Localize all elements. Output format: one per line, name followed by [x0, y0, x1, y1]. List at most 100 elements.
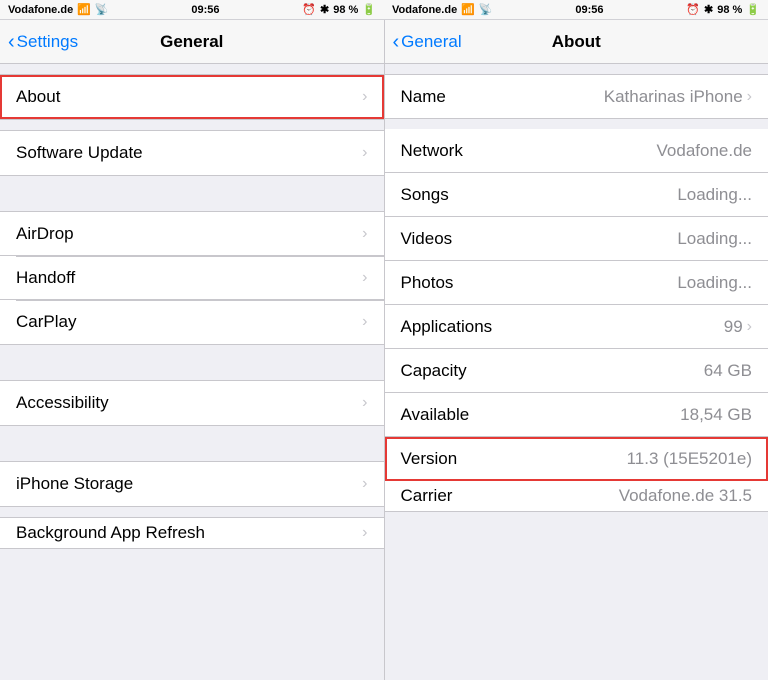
group-accessibility: Accessibility › — [0, 380, 384, 426]
chevron-icon-accessibility: › — [362, 394, 367, 412]
background-app-refresh-row[interactable]: Background App Refresh › — [0, 518, 384, 548]
applications-value: 99 › — [724, 317, 752, 337]
software-update-row[interactable]: Software Update › — [0, 131, 384, 175]
background-app-refresh-label: Background App Refresh — [16, 523, 205, 543]
airdrop-row[interactable]: AirDrop › — [0, 212, 384, 256]
wifi-icon-right: 📡 — [479, 3, 493, 16]
about-rows-group: Name Katharinas iPhone › Network Vodafon… — [385, 74, 768, 512]
battery-icon-left: 🔋 — [362, 3, 376, 16]
general-back-button[interactable]: ‹ General — [393, 32, 462, 52]
chevron-icon-background: › — [362, 524, 367, 542]
group-iphone-storage: iPhone Storage › — [0, 461, 384, 507]
accessibility-label: Accessibility — [16, 393, 109, 413]
accessibility-row[interactable]: Accessibility › — [0, 381, 384, 425]
about-gap-top — [385, 64, 768, 74]
carplay-chevron: › — [362, 313, 367, 331]
alarm-icon-right: ⏰ — [686, 3, 700, 16]
chevron-icon-carplay: › — [362, 313, 367, 331]
wifi-icon-left: 📡 — [95, 3, 109, 16]
status-bar: Vodafone.de 📶 📡 09:56 ⏰ ✱ 98 % 🔋 Vodafon… — [0, 0, 768, 20]
applications-label: Applications — [401, 317, 493, 337]
handoff-row[interactable]: Handoff › — [0, 256, 384, 300]
gap-4 — [0, 345, 384, 380]
handoff-chevron: › — [362, 269, 367, 287]
group-airdrop-etc: AirDrop › Handoff › CarPlay › — [0, 211, 384, 345]
general-title: General — [160, 32, 223, 52]
handoff-label: Handoff — [16, 268, 75, 288]
software-update-label: Software Update — [16, 143, 143, 163]
songs-label: Songs — [401, 185, 449, 205]
available-row: Available 18,54 GB — [385, 393, 768, 437]
accessibility-chevron: › — [362, 394, 367, 412]
iphone-storage-chevron: › — [362, 475, 367, 493]
back-chevron-icon-about: ‹ — [393, 32, 400, 52]
gap-6 — [0, 507, 384, 517]
name-value: Katharinas iPhone › — [604, 87, 752, 107]
iphone-storage-row[interactable]: iPhone Storage › — [0, 462, 384, 506]
available-label: Available — [401, 405, 470, 425]
carplay-row[interactable]: CarPlay › — [0, 300, 384, 344]
capacity-row: Capacity 64 GB — [385, 349, 768, 393]
group-about: About › — [0, 74, 384, 120]
available-value: 18,54 GB — [680, 405, 752, 425]
group-software-update: Software Update › — [0, 130, 384, 176]
alarm-icon-left: ⏰ — [302, 3, 316, 16]
carplay-label: CarPlay — [16, 312, 76, 332]
settings-back-button[interactable]: ‹ Settings — [8, 32, 78, 52]
chevron-icon-applications: › — [747, 318, 752, 336]
name-label: Name — [401, 87, 446, 107]
time-left: 09:56 — [191, 4, 219, 16]
carrier-row: Carrier Vodafone.de 31.5 — [385, 481, 768, 511]
status-bar-right: Vodafone.de 📶 📡 09:56 ⏰ ✱ 98 % 🔋 — [384, 0, 768, 20]
version-value: 11.3 (15E5201e) — [627, 449, 752, 469]
status-bar-left: Vodafone.de 📶 📡 09:56 ⏰ ✱ 98 % 🔋 — [0, 0, 384, 20]
about-chevron: › — [362, 88, 367, 106]
back-label-settings: Settings — [17, 32, 78, 52]
back-label-general: General — [401, 32, 461, 52]
airdrop-label: AirDrop — [16, 224, 74, 244]
photos-row: Photos Loading... — [385, 261, 768, 305]
name-value-text: Katharinas iPhone — [604, 87, 743, 107]
chevron-icon-airdrop: › — [362, 225, 367, 243]
carrier-label: Carrier — [401, 486, 453, 506]
videos-value: Loading... — [677, 229, 752, 249]
chevron-icon-software: › — [362, 144, 367, 162]
battery-label-right: 98 % — [717, 4, 742, 16]
version-row: Version 11.3 (15E5201e) — [385, 437, 768, 481]
about-section-gap — [385, 119, 768, 129]
general-nav-bar: ‹ Settings General — [0, 20, 384, 64]
group-background-refresh: Background App Refresh › — [0, 517, 384, 549]
bluetooth-icon-left: ✱ — [320, 3, 329, 16]
network-row: Network Vodafone.de — [385, 129, 768, 173]
carrier-right: Vodafone.de — [392, 4, 457, 16]
photos-value: Loading... — [677, 273, 752, 293]
software-update-chevron: › — [362, 144, 367, 162]
battery-icon-right: 🔋 — [746, 3, 760, 16]
time-right: 09:56 — [575, 4, 603, 16]
carrier-value: Vodafone.de 31.5 — [619, 486, 752, 506]
videos-row: Videos Loading... — [385, 217, 768, 261]
main-screens: ‹ Settings General About › Software Upda… — [0, 20, 768, 680]
status-left-group: Vodafone.de 📶 📡 — [8, 3, 109, 16]
general-settings-screen: ‹ Settings General About › Software Upda… — [0, 20, 384, 680]
songs-row: Songs Loading... — [385, 173, 768, 217]
about-label: About — [16, 87, 60, 107]
about-row[interactable]: About › — [0, 75, 384, 119]
chevron-icon-about: › — [362, 88, 367, 106]
background-app-refresh-chevron: › — [362, 524, 367, 542]
name-row[interactable]: Name Katharinas iPhone › — [385, 75, 768, 119]
gap-5 — [0, 426, 384, 461]
chevron-icon-handoff: › — [362, 269, 367, 287]
network-value: Vodafone.de — [657, 141, 752, 161]
version-label: Version — [401, 449, 458, 469]
gap-1 — [0, 64, 384, 74]
chevron-icon-name: › — [747, 88, 752, 106]
about-nav-bar: ‹ General About — [385, 20, 768, 64]
about-title: About — [552, 32, 601, 52]
carrier-left: Vodafone.de — [8, 4, 73, 16]
photos-label: Photos — [401, 273, 454, 293]
capacity-label: Capacity — [401, 361, 467, 381]
network-label: Network — [401, 141, 463, 161]
battery-label-left: 98 % — [333, 4, 358, 16]
applications-row[interactable]: Applications 99 › — [385, 305, 768, 349]
